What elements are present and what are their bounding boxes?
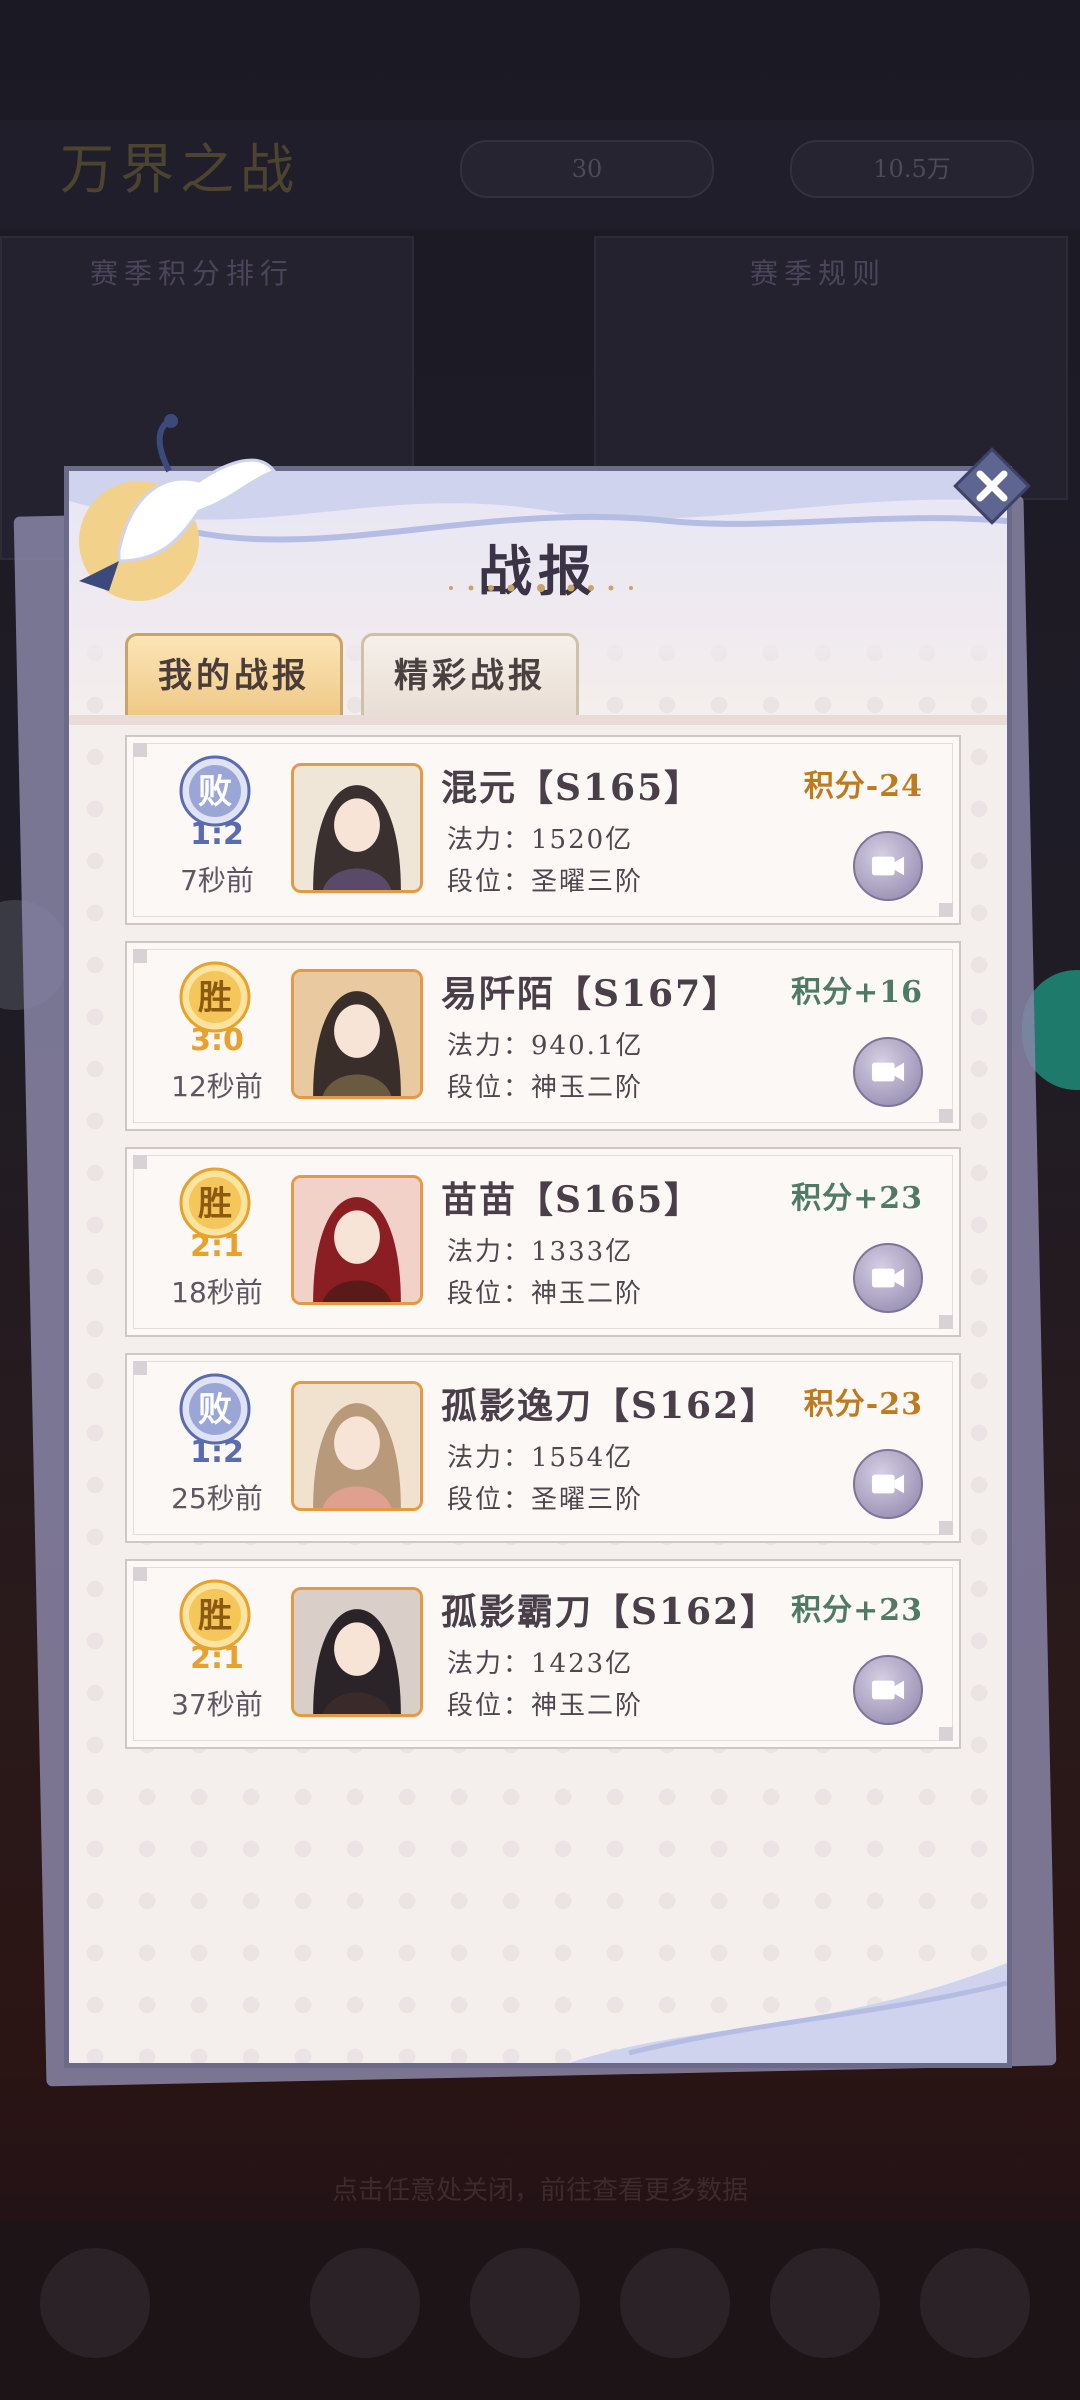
record-corner — [133, 743, 147, 757]
title-ornament — [449, 584, 633, 592]
background-nav-back — [40, 2248, 150, 2358]
match-score: 1:2 — [190, 817, 244, 852]
opponent-name: 孤影霸刀【S162】 — [441, 1591, 779, 1633]
replay-button[interactable] — [853, 1449, 923, 1519]
background-nav-item — [310, 2248, 420, 2358]
dialog-title: 战报 — [478, 539, 598, 603]
match-score: 1:2 — [190, 1435, 244, 1470]
result-label: 败 — [198, 772, 232, 812]
background-right-panel-title: 赛季规则 — [750, 257, 887, 290]
opponent-rank: 段位：圣曜三阶 — [447, 867, 644, 897]
background-title: 万界之战 — [60, 138, 300, 201]
tab-my-reports[interactable]: 我的战报 — [125, 633, 343, 721]
result-label: 胜 — [198, 1596, 232, 1636]
battle-record-list: 败 1:2 7秒前 混元【S165】 法力：1520亿 段位：圣曜三阶 积分-2… — [125, 735, 961, 1765]
match-time: 12秒前 — [171, 1070, 263, 1103]
score-change: 积分-23 — [803, 1387, 923, 1422]
battle-record: 胜 3:0 12秒前 易阡陌【S167】 法力：940.1亿 段位：神玉二阶 积… — [125, 941, 961, 1131]
opponent-avatar — [291, 1175, 423, 1305]
match-time: 37秒前 — [171, 1688, 263, 1721]
background-resource-2: 10.5万 — [790, 140, 1034, 198]
record-corner — [939, 1727, 953, 1741]
opponent-rank: 段位：神玉二阶 — [447, 1279, 644, 1309]
video-camera-icon — [871, 1062, 905, 1082]
opponent-name: 孤影逸刀【S162】 — [441, 1385, 779, 1427]
score-change: 积分+16 — [791, 975, 923, 1010]
match-time: 18秒前 — [171, 1276, 263, 1309]
video-camera-icon — [871, 1474, 905, 1494]
match-time: 7秒前 — [180, 864, 254, 897]
match-score: 2:1 — [190, 1229, 244, 1264]
battle-record: 胜 2:1 37秒前 孤影霸刀【S162】 法力：1423亿 段位：神玉二阶 积… — [125, 1559, 961, 1749]
result-label: 胜 — [198, 978, 232, 1018]
background-hint: 点击任意处关闭，前往查看更多数据 — [331, 2176, 748, 2206]
opponent-avatar — [291, 1587, 423, 1717]
opponent-power: 法力：940.1亿 — [447, 1031, 644, 1061]
record-corner — [939, 903, 953, 917]
opponent-power: 法力：1333亿 — [447, 1237, 634, 1267]
opponent-avatar — [291, 763, 423, 893]
opponent-avatar — [291, 969, 423, 1099]
battle-record: 败 1:2 7秒前 混元【S165】 法力：1520亿 段位：圣曜三阶 积分-2… — [125, 735, 961, 925]
opponent-rank: 段位：神玉二阶 — [447, 1691, 644, 1721]
opponent-name: 混元【S165】 — [441, 767, 703, 809]
bottom-cloud-decoration — [569, 1963, 1007, 2063]
background-nav-item — [620, 2248, 730, 2358]
record-corner — [939, 1109, 953, 1123]
battle-record: 胜 2:1 18秒前 苗苗【S165】 法力：1333亿 段位：神玉二阶 积分+… — [125, 1147, 961, 1337]
opponent-name: 易阡陌【S167】 — [441, 973, 741, 1015]
replay-button[interactable] — [853, 1243, 923, 1313]
opponent-name: 苗苗【S165】 — [441, 1179, 703, 1221]
close-button[interactable] — [952, 446, 1032, 526]
tab-divider — [69, 715, 1007, 725]
record-corner — [133, 949, 147, 963]
battle-report-dialog: 战报 我的战报 精彩战报 败 1:2 7秒前 混元【S165】 法力：1520亿… — [64, 414, 1012, 2068]
record-corner — [939, 1315, 953, 1329]
replay-button[interactable] — [853, 831, 923, 901]
background-nav-item — [920, 2248, 1030, 2358]
record-corner — [939, 1521, 953, 1535]
background-nav-item — [470, 2248, 580, 2358]
score-change: 积分+23 — [791, 1593, 923, 1628]
battle-record: 败 1:2 25秒前 孤影逸刀【S162】 法力：1554亿 段位：圣曜三阶 积… — [125, 1353, 961, 1543]
tab-featured-reports[interactable]: 精彩战报 — [361, 633, 579, 721]
opponent-avatar — [291, 1381, 423, 1511]
score-change: 积分+23 — [791, 1181, 923, 1216]
match-time: 25秒前 — [171, 1482, 263, 1515]
opponent-power: 法力：1554亿 — [447, 1443, 634, 1473]
opponent-rank: 段位：神玉二阶 — [447, 1073, 644, 1103]
background-resource-1: 30 — [460, 140, 714, 198]
video-camera-icon — [871, 1680, 905, 1700]
result-label: 胜 — [198, 1184, 232, 1224]
replay-button[interactable] — [853, 1655, 923, 1725]
video-camera-icon — [871, 856, 905, 876]
opponent-power: 法力：1520亿 — [447, 825, 634, 855]
background-left-panel-title: 赛季积分排行 — [90, 257, 295, 290]
result-label: 败 — [198, 1390, 232, 1430]
record-corner — [133, 1155, 147, 1169]
opponent-rank: 段位：圣曜三阶 — [447, 1485, 644, 1515]
match-score: 3:0 — [190, 1023, 244, 1058]
opponent-power: 法力：1423亿 — [447, 1649, 634, 1679]
record-corner — [133, 1361, 147, 1375]
replay-button[interactable] — [853, 1037, 923, 1107]
score-change: 积分-24 — [803, 769, 923, 804]
record-corner — [133, 1567, 147, 1581]
background-nav-item — [770, 2248, 880, 2358]
match-score: 2:1 — [190, 1641, 244, 1676]
video-camera-icon — [871, 1268, 905, 1288]
